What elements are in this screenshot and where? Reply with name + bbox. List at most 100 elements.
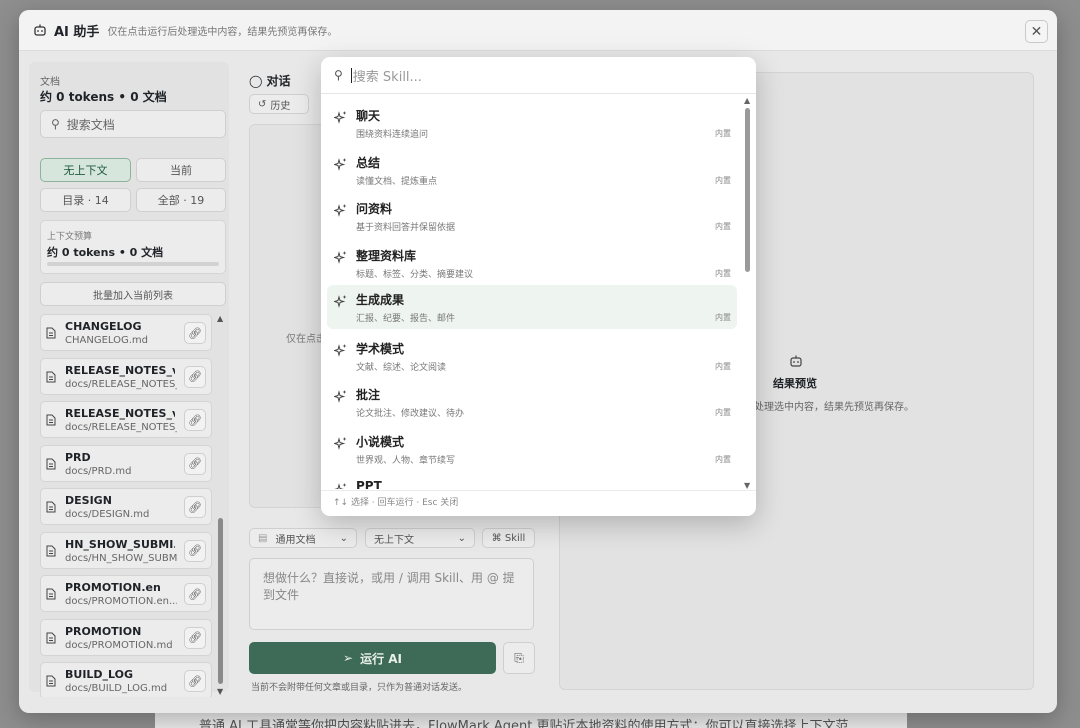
doc-path: docs/HN_SHOW_SUBM...: [65, 552, 177, 564]
file-icon: [46, 458, 56, 469]
doc-item[interactable]: CHANGELOG CHANGELOG.md 🔗︎: [40, 314, 212, 351]
batch-add-button[interactable]: 批量加入当前列表: [40, 282, 226, 306]
mode-select[interactable]: ▤ 通用文档 ⌄: [249, 528, 357, 548]
skill-list: 聊天 围绕资料连续追问 内置 总结 读懂文档、提炼重点 内置 问资料 基于资料回…: [321, 101, 741, 489]
scroll-down-icon[interactable]: ▼: [217, 687, 223, 696]
file-icon: [46, 327, 56, 339]
scroll-thumb[interactable]: [745, 108, 750, 272]
scroll-up-icon[interactable]: ▲: [744, 96, 750, 105]
skill-list-scrollbar[interactable]: ▲ ▼: [744, 96, 752, 490]
link-icon[interactable]: 🔗︎: [184, 365, 206, 388]
chevron-down-icon: ⌄: [457, 532, 466, 544]
sparkle-icon: [334, 157, 347, 171]
skill-item-selected[interactable]: 生成成果 汇报、纪要、报告、邮件 内置: [327, 285, 737, 329]
link-icon[interactable]: 🔗︎: [184, 539, 206, 562]
skill-tag: 内置: [715, 222, 731, 231]
link-icon[interactable]: 🔗︎: [184, 409, 206, 431]
chat-bubble-icon: ◯: [249, 73, 263, 88]
skill-desc: 世界观、人物、章节续写: [356, 455, 456, 466]
close-icon: ✕: [1030, 23, 1043, 40]
skill-item[interactable]: 学术模式 文献、综述、论文阅读 内置: [327, 334, 737, 378]
doc-item[interactable]: HN_SHOW_SUBMI... docs/HN_SHOW_SUBM... 🔗︎: [40, 531, 212, 569]
file-icon: [46, 414, 56, 426]
skill-search-input[interactable]: ⚲ 搜索 Skill...: [321, 57, 756, 94]
doc-item[interactable]: RELEASE_NOTES_v... docs/RELEASE_NOTES_..…: [40, 357, 212, 395]
skill-name: 聊天: [356, 109, 381, 123]
scroll-thumb[interactable]: [218, 518, 223, 684]
link-icon[interactable]: 🔗︎: [184, 322, 206, 344]
sparkle-icon: [334, 390, 347, 403]
skill-item[interactable]: 整理资料库 标题、标签、分类、摘要建议 内置: [327, 241, 737, 285]
file-icon: [46, 632, 56, 643]
file-icon: [46, 588, 56, 600]
budget-bar: [47, 262, 219, 266]
conversation-hint: 仅在点击: [286, 334, 326, 345]
sparkle-icon: [334, 295, 347, 308]
skill-item[interactable]: 聊天 围绕资料连续追问 内置: [327, 101, 737, 145]
close-button[interactable]: ✕: [1025, 20, 1048, 43]
link-icon[interactable]: 🔗︎: [184, 583, 206, 605]
history-button[interactable]: ↺ 历史: [249, 94, 309, 114]
doc-path: docs/BUILD_LOG.md: [65, 683, 168, 694]
doc-item[interactable]: PROMOTION docs/PROMOTION.md 🔗︎: [40, 618, 212, 656]
attach-file-button[interactable]: ⎘: [503, 642, 535, 674]
doc-name: RELEASE_NOTES_v...: [65, 363, 175, 377]
doc-item[interactable]: PROMOTION.en docs/PROMOTION.en.... 🔗︎: [40, 575, 212, 612]
skill-item[interactable]: 小说模式 世界观、人物、章节续写 内置: [327, 427, 737, 471]
search-doc-placeholder: 搜索文档: [66, 117, 115, 132]
doc-path: docs/PROMOTION.md: [65, 639, 173, 651]
skill-desc: 基于资料回答并保留依据: [356, 223, 456, 233]
doc-name: PROMOTION.en: [65, 581, 161, 594]
skill-name: PPT: [356, 478, 382, 490]
seg-toc[interactable]: 目录 · 14: [40, 188, 131, 212]
skill-name: 批注: [356, 388, 381, 402]
context-budget: 上下文预算 约 0 tokens • 0 文档: [40, 220, 226, 274]
doc-name: BUILD_LOG: [65, 668, 134, 681]
context-select[interactable]: 无上下文 ⌄: [365, 528, 475, 548]
doc-name: RELEASE_NOTES_v...: [65, 407, 175, 420]
doc-name: DESIGN: [65, 494, 112, 507]
link-icon[interactable]: 🔗︎: [184, 626, 206, 649]
scroll-up-icon[interactable]: ▲: [217, 314, 223, 323]
skill-button[interactable]: ⌘ Skill: [482, 528, 535, 548]
sparkle-icon: [334, 250, 347, 264]
link-icon[interactable]: 🔗︎: [184, 670, 206, 692]
background-page-text: 普通 AI 工具通常等你把内容粘贴进去，FlowMark Agent 更贴近本地…: [155, 712, 907, 728]
seg-current[interactable]: 当前: [136, 158, 226, 182]
doc-name: CHANGELOG: [65, 320, 142, 333]
doc-name: HN_SHOW_SUBMI...: [65, 537, 175, 551]
doc-path: docs/PRD.md: [65, 465, 132, 477]
file-icon: [46, 675, 56, 687]
sparkle-icon: [334, 111, 347, 124]
history-label: 历史: [270, 100, 291, 112]
search-doc-input[interactable]: ⚲ 搜索文档: [40, 110, 226, 138]
text-caret: [350, 67, 352, 83]
skill-item[interactable]: 总结 读懂文档、提炼重点 内置: [327, 148, 737, 192]
history-icon: ↺: [258, 98, 267, 110]
skill-item[interactable]: 问资料 基于资料回答并保留依据 内置: [327, 194, 737, 238]
doc-path: CHANGELOG.md: [65, 335, 148, 346]
doc-item[interactable]: PRD docs/PRD.md 🔗︎: [40, 444, 212, 482]
skill-tag: 内置: [715, 175, 731, 185]
modal-header: AI 助手 仅在点击运行后处理选中内容，结果先预览再保存。 ✕: [19, 10, 1057, 51]
doc-small-icon: ▤: [258, 532, 268, 544]
scroll-down-icon[interactable]: ▼: [744, 481, 750, 490]
doc-item[interactable]: DESIGN docs/DESIGN.md 🔗︎: [40, 488, 212, 525]
doc-item[interactable]: RELEASE_NOTES_v... docs/RELEASE_NOTES_..…: [40, 401, 212, 438]
doc-list-scrollbar[interactable]: ▲ ▼: [217, 314, 225, 696]
skill-item[interactable]: 批注 论文批注、修改建议、待办 内置: [327, 380, 737, 424]
doc-item[interactable]: BUILD_LOG docs/BUILD_LOG.md 🔗︎: [40, 662, 212, 697]
preview-title: 结果预览: [773, 377, 817, 390]
skill-name: 问资料: [356, 202, 393, 216]
prompt-input[interactable]: 想做什么？直接说，或用 / 调用 Skill、用 @ 提到文件: [249, 558, 534, 630]
skill-item[interactable]: PPT: [327, 473, 737, 490]
search-icon: ⚲: [51, 117, 60, 131]
seg-no-context[interactable]: 无上下文: [40, 158, 131, 182]
skill-name: 整理资料库: [356, 248, 417, 263]
robot-icon: [790, 355, 802, 367]
seg-all[interactable]: 全部 · 19: [136, 188, 226, 212]
link-icon[interactable]: 🔗︎: [184, 496, 206, 518]
link-icon[interactable]: 🔗︎: [184, 452, 206, 475]
run-ai-button[interactable]: ➢ 运行 AI: [249, 642, 496, 674]
skill-name: 小说模式: [356, 434, 405, 449]
